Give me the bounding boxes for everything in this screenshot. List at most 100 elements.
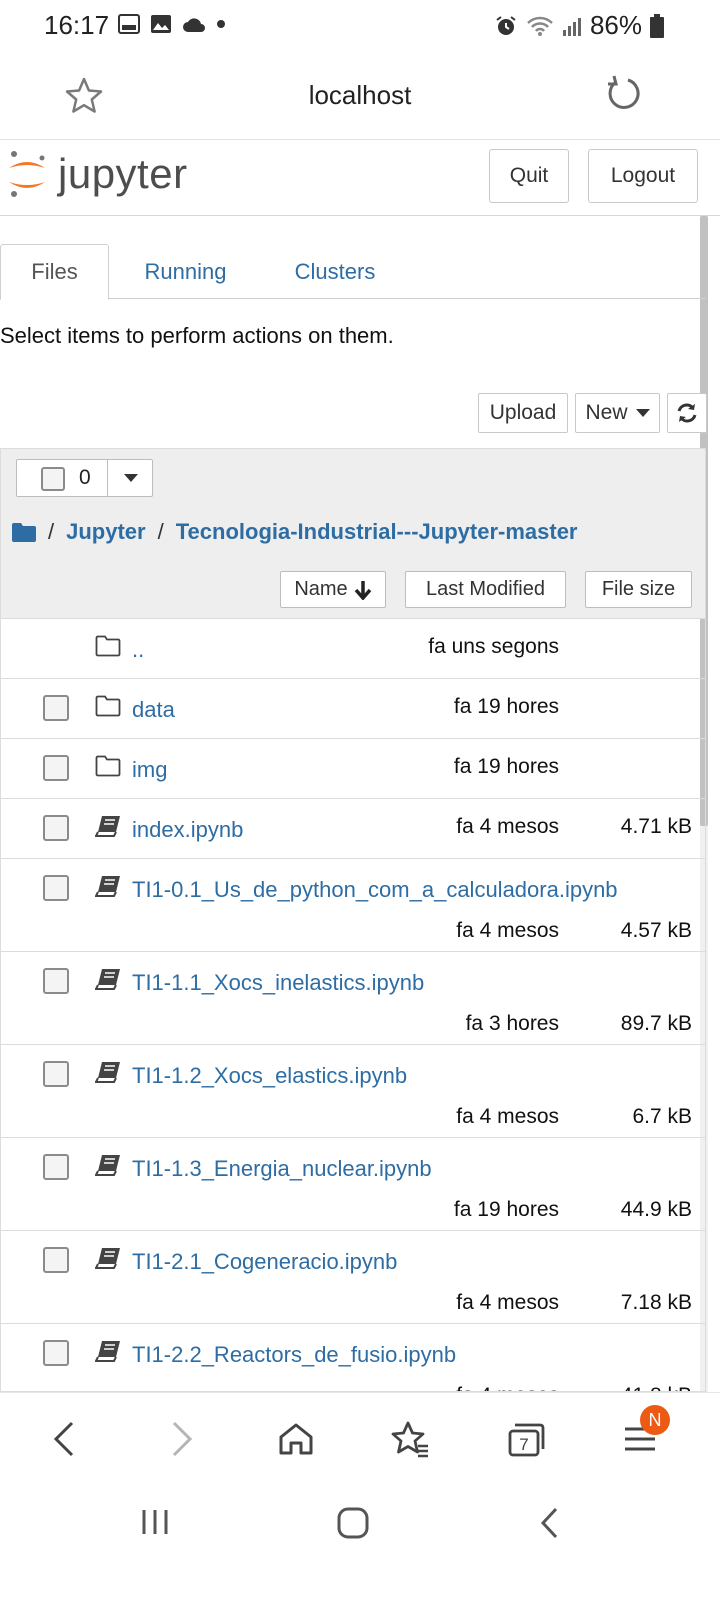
- notebook-icon: [95, 1341, 120, 1362]
- jupyter-logo[interactable]: jupyter: [6, 148, 188, 200]
- row-checkbox[interactable]: [43, 1061, 69, 1087]
- forward-button[interactable]: [158, 1415, 206, 1463]
- notebook-icon: [95, 969, 120, 990]
- image-icon: [151, 15, 171, 33]
- reload-icon[interactable]: [604, 74, 644, 114]
- list-item[interactable]: index.ipynb fa 4 mesos 4.71 kB: [1, 799, 705, 859]
- jupyter-header: jupyter Quit Logout: [0, 140, 720, 216]
- tab-running[interactable]: Running: [128, 244, 243, 299]
- file-name[interactable]: index.ipynb: [132, 817, 243, 843]
- row-checkbox[interactable]: [43, 1340, 69, 1366]
- row-checkbox[interactable]: [43, 1154, 69, 1180]
- breadcrumb-current-folder[interactable]: Tecnologia-Industrial---Jupyter-master: [176, 519, 578, 545]
- file-name[interactable]: TI1-2.2_Reactors_de_fusio.ipynb: [132, 1342, 456, 1368]
- tab-files[interactable]: Files: [0, 244, 109, 300]
- file-rows: .. fa uns segons data fa 19 hores img fa…: [1, 619, 705, 1391]
- tabs-button[interactable]: 7: [502, 1415, 550, 1463]
- file-size: 4.71 kB: [620, 815, 692, 838]
- notebook-icon: [95, 1155, 120, 1176]
- select-all-control: 0: [16, 459, 153, 497]
- new-dropdown-button[interactable]: New: [575, 393, 660, 433]
- notification-icons: [118, 14, 226, 34]
- list-item[interactable]: TI1-0.1_Us_de_python_com_a_calculadora.i…: [1, 859, 705, 952]
- file-modified: fa 4 mesos: [456, 1105, 559, 1128]
- file-size: 41.8 kB: [621, 1384, 692, 1391]
- file-name[interactable]: data: [132, 697, 175, 723]
- row-checkbox[interactable]: [43, 875, 69, 901]
- back-button[interactable]: [40, 1415, 88, 1463]
- gallery-icon: [118, 14, 140, 34]
- sort-name-label: Name: [294, 578, 348, 600]
- bookmarks-button[interactable]: [386, 1415, 434, 1463]
- list-item[interactable]: TI1-1.2_Xocs_elastics.ipynb fa 4 mesos 6…: [1, 1045, 705, 1138]
- folder-icon: [95, 755, 121, 777]
- row-checkbox[interactable]: [43, 968, 69, 994]
- home-system-icon[interactable]: [336, 1506, 370, 1540]
- back-system-icon[interactable]: [538, 1506, 562, 1540]
- select-menu-button[interactable]: [107, 460, 153, 496]
- refresh-button[interactable]: [667, 393, 707, 433]
- file-modified: fa 4 mesos: [456, 1291, 559, 1314]
- breadcrumb-separator: /: [157, 519, 164, 544]
- list-item[interactable]: img fa 19 hores: [1, 739, 705, 799]
- tabs-icon: 7: [508, 1423, 545, 1457]
- tab-count: 7: [519, 1435, 528, 1454]
- selection-hint: Select items to perform actions on them.: [0, 323, 394, 348]
- recent-apps-icon[interactable]: [140, 1506, 170, 1538]
- clock: 16:17: [44, 10, 110, 40]
- file-modified: fa 19 hores: [453, 695, 559, 718]
- file-size: 7.18 kB: [620, 1291, 692, 1314]
- file-name[interactable]: TI1-1.1_Xocs_inelastics.ipynb: [132, 970, 424, 996]
- row-checkbox[interactable]: [43, 755, 69, 781]
- file-name[interactable]: img: [132, 757, 167, 783]
- file-list-panel: 0 / Jupyter / Tecnologia-Industrial---Ju…: [0, 448, 706, 1392]
- notebook-icon: [95, 816, 120, 837]
- tab-bar: Files Running Clusters: [0, 244, 706, 300]
- system-icons: 86%: [494, 10, 664, 41]
- file-name[interactable]: TI1-2.1_Cogeneracio.ipynb: [132, 1249, 397, 1275]
- row-checkbox[interactable]: [43, 1247, 69, 1273]
- browser-bottom-bar: 7: [0, 1392, 720, 1482]
- list-item[interactable]: TI1-1.1_Xocs_inelastics.ipynb fa 3 hores…: [1, 952, 705, 1045]
- chevron-left-icon: [53, 1421, 74, 1457]
- sort-by-name-button[interactable]: Name: [280, 571, 386, 608]
- quit-button[interactable]: Quit: [489, 149, 569, 203]
- logout-button[interactable]: Logout: [588, 149, 698, 203]
- sort-by-modified-button[interactable]: Last Modified: [405, 571, 566, 608]
- list-item[interactable]: TI1-1.3_Energia_nuclear.ipynb fa 19 hore…: [1, 1138, 705, 1231]
- folder-icon: [95, 695, 121, 717]
- file-name[interactable]: TI1-1.3_Energia_nuclear.ipynb: [132, 1156, 432, 1182]
- arrow-down-icon: [354, 580, 371, 600]
- sort-by-size-button[interactable]: File size: [585, 571, 692, 608]
- list-item[interactable]: TI1-2.1_Cogeneracio.ipynb fa 4 mesos 7.1…: [1, 1231, 705, 1324]
- file-name[interactable]: TI1-0.1_Us_de_python_com_a_calculadora.i…: [132, 877, 618, 903]
- select-all-checkbox[interactable]: [41, 467, 65, 491]
- file-modified: fa 19 hores: [453, 755, 559, 778]
- list-item-parent[interactable]: .. fa uns segons: [1, 619, 705, 679]
- list-item[interactable]: data fa 19 hores: [1, 679, 705, 739]
- file-size: 6.7 kB: [632, 1105, 692, 1128]
- jupyter-logo-icon: [9, 151, 45, 197]
- signal-icon: [562, 17, 581, 36]
- breadcrumb: / Jupyter / Tecnologia-Industrial---Jupy…: [12, 519, 578, 545]
- wifi-icon: [527, 16, 553, 36]
- row-checkbox[interactable]: [43, 815, 69, 841]
- browser-address-bar: localhost: [0, 52, 720, 140]
- home-button[interactable]: [272, 1415, 320, 1463]
- list-item[interactable]: TI1-2.2_Reactors_de_fusio.ipynb fa 4 mes…: [1, 1324, 705, 1391]
- tab-clusters[interactable]: Clusters: [276, 244, 394, 299]
- breadcrumb-separator: /: [48, 519, 55, 544]
- home-icon: [279, 1423, 313, 1455]
- breadcrumb-jupyter[interactable]: Jupyter: [66, 519, 145, 545]
- row-checkbox[interactable]: [43, 695, 69, 721]
- file-name[interactable]: TI1-1.2_Xocs_elastics.ipynb: [132, 1063, 407, 1089]
- notebook-icon: [95, 1248, 120, 1269]
- notebook-icon: [95, 1062, 120, 1083]
- file-name[interactable]: ..: [132, 637, 144, 663]
- file-modified: fa 4 mesos: [456, 815, 559, 838]
- status-bar: 16:17 86%: [0, 0, 720, 52]
- folder-solid-icon[interactable]: [12, 522, 36, 542]
- dot-icon: [217, 20, 225, 28]
- file-list-header: 0 / Jupyter / Tecnologia-Industrial---Ju…: [1, 449, 705, 619]
- upload-button[interactable]: Upload: [478, 393, 568, 433]
